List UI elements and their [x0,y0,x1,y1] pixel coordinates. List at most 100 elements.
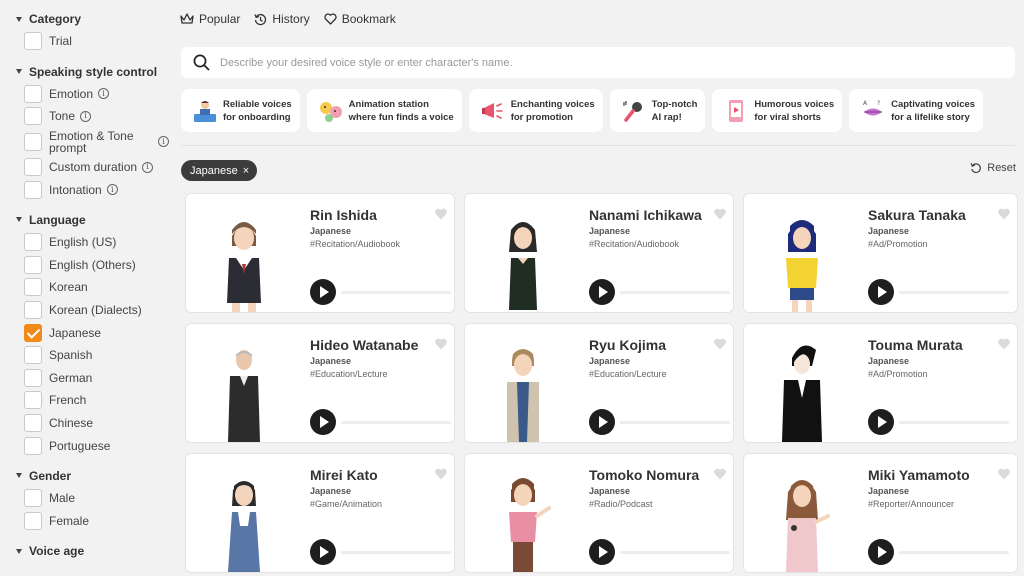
audio-progress-track[interactable] [899,421,1009,424]
section-speaking-style[interactable]: Speaking style control [0,61,170,83]
section-category[interactable]: Category [0,8,170,30]
info-icon[interactable]: i [106,184,118,196]
audio-progress-track[interactable] [620,551,730,554]
audio-progress-track[interactable] [620,291,730,294]
option-portuguese[interactable]: Portuguese [0,434,170,457]
heart-icon[interactable] [997,337,1011,351]
reset-button[interactable]: Reset [970,162,1016,174]
heart-icon[interactable] [434,207,448,221]
close-icon[interactable]: × [243,165,249,177]
option-tone[interactable]: Tone i [0,105,170,128]
audio-progress-track[interactable] [899,291,1009,294]
heart-icon[interactable] [713,207,727,221]
checkbox[interactable] [24,368,42,387]
option-german[interactable]: German [0,367,170,390]
audio-progress-track[interactable] [341,291,451,294]
voice-card[interactable]: Miki Yamamoto Japanese #Reporter/Announc… [743,453,1018,573]
play-button[interactable] [868,539,894,565]
info-icon[interactable]: i [98,88,110,100]
heart-icon[interactable] [713,337,727,351]
heart-icon[interactable] [997,207,1011,221]
option-chinese[interactable]: Chinese [0,412,170,435]
option-custom-duration[interactable]: Custom duration i [0,156,170,179]
checkbox[interactable] [24,278,42,297]
chip-promotion[interactable]: Enchanting voices for promotion [468,89,603,132]
option-intonation[interactable]: Intonation i [0,178,170,201]
voice-card[interactable]: Hideo Watanabe Japanese #Education/Lectu… [185,323,455,443]
audio-progress-track[interactable] [341,421,451,424]
checkbox[interactable] [24,255,42,274]
option-spanish[interactable]: Spanish [0,344,170,367]
option-korean[interactable]: Korean [0,276,170,299]
voice-tag: #Radio/Podcast [589,499,653,509]
checkbox[interactable] [24,391,42,410]
checkbox-checked[interactable] [24,323,42,342]
audio-progress-track[interactable] [341,551,451,554]
play-button[interactable] [310,539,336,565]
section-language[interactable]: Language [0,209,170,231]
play-button[interactable] [589,539,615,565]
tab-popular[interactable]: Popular [180,12,240,26]
heart-icon[interactable] [434,467,448,481]
heart-icon[interactable] [713,467,727,481]
option-emotion[interactable]: Emotion i [0,83,170,106]
voice-card[interactable]: Mirei Kato Japanese #Game/Animation [185,453,455,573]
info-icon[interactable]: i [80,110,92,122]
checkbox[interactable] [24,233,42,252]
chip-animation[interactable]: Animation station where fun finds a voice [306,89,462,132]
play-button[interactable] [868,279,894,305]
voice-name: Nanami Ichikawa [589,207,702,223]
audio-progress-track[interactable] [899,551,1009,554]
option-male[interactable]: Male [0,487,170,510]
checkbox[interactable] [24,511,42,530]
option-trial[interactable]: Trial [0,30,170,53]
audio-progress-track[interactable] [620,421,730,424]
chip-rap[interactable]: Top-notch AI rap! [609,89,706,132]
play-button[interactable] [868,409,894,435]
option-korean-dialects[interactable]: Korean (Dialects) [0,299,170,322]
info-icon[interactable]: i [142,161,154,173]
option-english-us[interactable]: English (US) [0,231,170,254]
checkbox[interactable] [24,436,42,455]
play-button[interactable] [589,409,615,435]
option-emotion-tone-prompt[interactable]: Emotion & Tone prompt i [0,128,170,156]
chip-shorts[interactable]: Humorous voices for viral shorts [712,89,843,132]
checkbox[interactable] [24,489,42,508]
tab-bookmark[interactable]: Bookmark [324,12,396,26]
section-gender[interactable]: Gender [0,465,170,487]
voice-card[interactable]: Nanami Ichikawa Japanese #Recitation/Aud… [464,193,734,313]
checkbox[interactable] [24,84,42,103]
checkbox[interactable] [24,158,42,177]
heart-icon[interactable] [434,337,448,351]
checkbox[interactable] [24,301,42,320]
search-input[interactable] [220,56,920,69]
voice-card[interactable]: Ryu Kojima Japanese #Education/Lecture [464,323,734,443]
checkbox[interactable] [24,180,42,199]
option-english-others[interactable]: English (Others) [0,254,170,277]
voice-card[interactable]: Touma Murata Japanese #Ad/Promotion [743,323,1018,443]
play-button[interactable] [589,279,615,305]
voice-card[interactable]: Sakura Tanaka Japanese #Ad/Promotion [743,193,1018,313]
voice-card[interactable]: Tomoko Nomura Japanese #Radio/Podcast [464,453,734,573]
play-button[interactable] [310,279,336,305]
checkbox[interactable] [24,132,42,151]
info-icon[interactable]: i [158,136,169,148]
option-label: Intonation [49,182,102,197]
play-button[interactable] [310,409,336,435]
checkbox[interactable] [24,107,42,126]
option-french[interactable]: French [0,389,170,412]
top-tabs: Popular History Bookmark [180,8,410,30]
checkbox[interactable] [24,414,42,433]
option-label: Male [49,491,76,506]
tab-history[interactable]: History [254,12,310,26]
voice-card[interactable]: Rin Ishida Japanese #Recitation/Audioboo… [185,193,455,313]
option-japanese[interactable]: Japanese [0,321,170,344]
heart-icon[interactable] [997,467,1011,481]
active-filter-tag[interactable]: Japanese × [181,160,258,181]
chip-story[interactable]: A? Captivating voices for a lifelike stor… [849,89,984,132]
section-voice-age[interactable]: Voice age [0,540,170,562]
checkbox[interactable] [24,32,42,51]
chip-onboarding[interactable]: Reliable voices for onboarding [181,89,300,132]
checkbox[interactable] [24,346,42,365]
option-female[interactable]: Female [0,510,170,533]
